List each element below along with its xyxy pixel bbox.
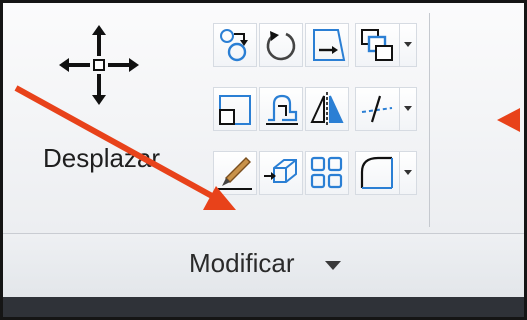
array-button[interactable] [305,151,349,195]
status-strip [3,297,524,317]
panel-title: Modificar [189,248,295,278]
ribbon-panel-frame: Desplazar Modificar [0,0,527,320]
move-tool-button[interactable] [59,25,139,105]
mirror-button[interactable] [305,23,349,67]
rotate-icon [266,31,296,61]
edit-button[interactable] [213,151,257,195]
scale-icon [219,95,251,125]
stretch-button[interactable] [259,87,303,131]
trim-split-button[interactable] [355,87,417,131]
shift-button[interactable] [259,151,303,195]
align-icon [310,92,344,126]
copy-icon [220,29,248,62]
trim-icon [361,95,393,123]
chevron-down-icon[interactable] [325,261,341,270]
modify-panel: Desplazar [3,3,524,233]
edit-icon [218,157,252,190]
fillet-icon [360,156,393,189]
mirror-icon [313,29,346,61]
scale-button[interactable] [213,87,257,131]
panel-title-bar[interactable]: Modificar [3,233,524,298]
draw-order-dropdown[interactable] [399,24,416,66]
panel-separator [429,13,430,227]
move-icon [59,25,139,105]
shift-icon [264,159,297,183]
fillet-dropdown[interactable] [399,152,416,194]
copy-button[interactable] [213,23,257,67]
fillet-split-button[interactable] [355,151,417,195]
array-icon [310,156,343,189]
stretch-icon [266,94,298,125]
draw-order-icon [361,29,393,61]
draw-order-split-button[interactable] [355,23,417,67]
move-label: Desplazar [43,143,161,173]
align-button[interactable] [305,87,349,131]
trim-dropdown[interactable] [399,88,416,130]
rotate-button[interactable] [259,23,303,67]
